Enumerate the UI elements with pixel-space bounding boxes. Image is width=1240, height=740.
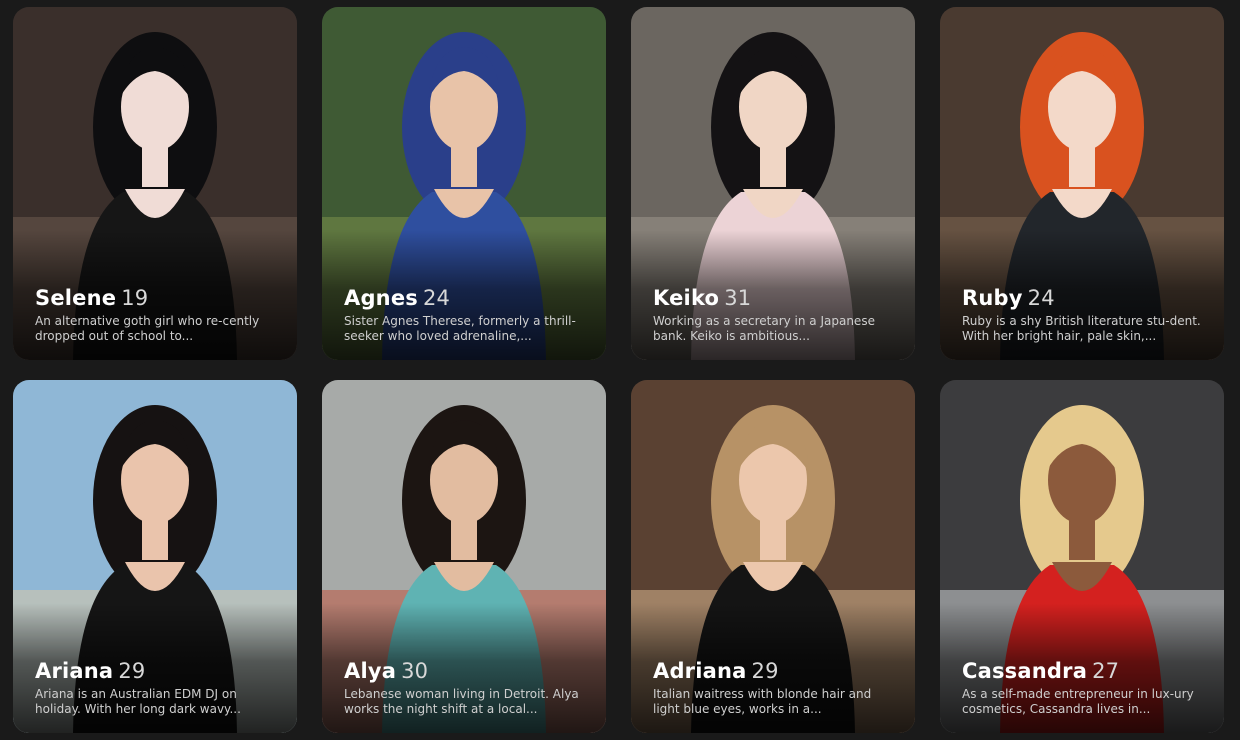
character-title: Keiko 31 (653, 286, 897, 310)
character-info: Ruby 24 Ruby is a shy British literature s… (962, 286, 1206, 344)
character-name: Cassandra (962, 659, 1088, 683)
character-card-ruby[interactable]: Ruby 24 Ruby is a shy British literature s… (940, 7, 1224, 360)
character-title: Ariana 29 (35, 659, 279, 683)
character-age: 19 (121, 286, 149, 310)
character-info: Keiko 31 Working as a secretary in a Japan… (653, 286, 897, 344)
character-info: Adriana 29 Italian waitress with blonde ha… (653, 659, 897, 717)
character-age: 29 (751, 659, 779, 683)
character-grid: Selene 19 An alternative goth girl who re-… (13, 7, 1224, 733)
character-name: Agnes (344, 286, 418, 310)
character-card-alya[interactable]: Alya 30 Lebanese woman living in Detroit. … (322, 380, 606, 733)
character-description: Sister Agnes Therese, formerly a thrill-… (344, 314, 576, 343)
character-info: Alya 30 Lebanese woman living in Detroit. … (344, 659, 588, 717)
character-name: Ariana (35, 659, 114, 683)
character-name: Selene (35, 286, 117, 310)
character-age: 24 (422, 286, 451, 310)
character-age: 27 (1092, 659, 1120, 683)
character-card-ariana[interactable]: Ariana 29 Ariana is an Australian EDM DJ o… (13, 380, 297, 733)
character-description: As a self-made entrepreneur in lux-ury c… (962, 687, 1194, 716)
character-name: Alya (344, 659, 397, 683)
character-title: Agnes 24 (344, 286, 588, 310)
character-title: Cassandra 27 (962, 659, 1206, 683)
character-description: Working as a secretary in a Japanese ban… (653, 314, 875, 343)
character-age: 24 (1027, 286, 1055, 310)
character-description: An alternative goth girl who re-cently d… (35, 314, 260, 343)
character-age: 31 (724, 286, 752, 310)
character-age: 30 (401, 659, 429, 683)
character-description: Ariana is an Australian EDM DJ on holida… (35, 687, 241, 716)
character-info: Selene 19 An alternative goth girl who re-… (35, 286, 279, 344)
character-title: Alya 30 (344, 659, 588, 683)
character-info: Ariana 29 Ariana is an Australian EDM DJ o… (35, 659, 279, 717)
character-age: 29 (118, 659, 146, 683)
character-card-keiko[interactable]: Keiko 31 Working as a secretary in a Japan… (631, 7, 915, 360)
character-info: Cassandra 27 As a self-made entrepreneur i… (962, 659, 1206, 717)
character-card-agnes[interactable]: Agnes 24 Sister Agnes Therese, formerly a … (322, 7, 606, 360)
character-info: Agnes 24 Sister Agnes Therese, formerly a … (344, 286, 588, 344)
character-card-selene[interactable]: Selene 19 An alternative goth girl who re-… (13, 7, 297, 360)
character-description: Lebanese woman living in Detroit. Alya w… (344, 687, 579, 716)
character-title: Ruby 24 (962, 286, 1206, 310)
character-card-adriana[interactable]: Adriana 29 Italian waitress with blonde ha… (631, 380, 915, 733)
character-name: Adriana (653, 659, 747, 683)
character-title: Adriana 29 (653, 659, 897, 683)
character-title: Selene 19 (35, 286, 279, 310)
character-card-cassandra[interactable]: Cassandra 27 As a self-made entrepreneur i… (940, 380, 1224, 733)
character-name: Ruby (962, 286, 1023, 310)
character-description: Italian waitress with blonde hair and li… (653, 687, 872, 716)
character-description: Ruby is a shy British literature stu-den… (962, 314, 1201, 343)
character-name: Keiko (653, 286, 720, 310)
